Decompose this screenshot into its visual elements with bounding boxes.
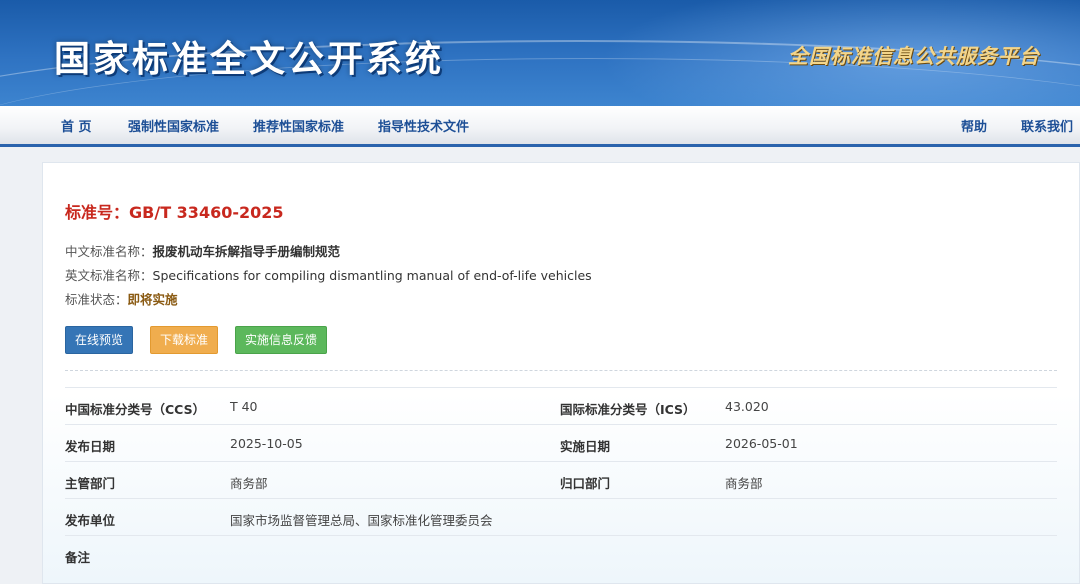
- standard-number: 标准号：GB/T 33460-2025: [65, 199, 284, 223]
- en-name-line: 英文标准名称：Specifications for compiling dism…: [65, 265, 592, 284]
- standard-detail-card: 标准号：GB/T 33460-2025 中文标准名称：报废机动车拆解指导手册编制…: [42, 162, 1080, 584]
- publisher-value: 国家市场监督管理总局、国家标准化管理委员会: [230, 513, 493, 528]
- standard-number-value: GB/T 33460-2025: [129, 203, 284, 222]
- main-nav: 首 页 强制性国家标准 推荐性国家标准 指导性技术文件 帮助 联系我们: [0, 106, 1080, 147]
- owner-value: 商务部: [725, 476, 763, 491]
- en-name-value: Specifications for compiling dismantling…: [152, 268, 592, 283]
- implement-date-label: 实施日期: [560, 439, 611, 454]
- nav-mandatory-standards[interactable]: 强制性国家标准: [128, 116, 219, 135]
- status-line: 标准状态：即将实施: [65, 289, 178, 308]
- publisher-label: 发布单位: [65, 513, 116, 528]
- nav-contact[interactable]: 联系我们: [1021, 116, 1073, 135]
- site-banner: 国家标准全文公开系统 全国标准信息公共服务平台: [0, 0, 1080, 106]
- ics-value: 43.020: [725, 399, 769, 414]
- nav-help[interactable]: 帮助: [961, 116, 987, 135]
- nav-home[interactable]: 首 页: [61, 116, 92, 135]
- nav-recommended-standards[interactable]: 推荐性国家标准: [253, 116, 344, 135]
- owner-label: 归口部门: [560, 476, 611, 491]
- online-preview-button[interactable]: 在线预览: [65, 326, 134, 354]
- cn-name-line: 中文标准名称：报废机动车拆解指导手册编制规范: [65, 241, 340, 260]
- standard-number-label: 标准号：: [65, 203, 130, 222]
- remarks-label: 备注: [65, 550, 91, 565]
- publish-date-value: 2025-10-05: [230, 436, 303, 451]
- platform-logo-text: 全国标准信息公共服务平台: [788, 44, 1040, 68]
- authority-label: 主管部门: [65, 476, 116, 491]
- section-divider: [65, 370, 1057, 371]
- detail-row-classification: 中国标准分类号（CCS） T 40 国际标准分类号（ICS） 43.020: [65, 387, 1057, 424]
- en-name-label: 英文标准名称：: [65, 268, 153, 283]
- implement-date-value: 2026-05-01: [725, 436, 798, 451]
- publish-date-label: 发布日期: [65, 439, 116, 454]
- site-title: 国家标准全文公开系统: [54, 38, 445, 80]
- detail-row-dates: 发布日期 2025-10-05 实施日期 2026-05-01: [65, 424, 1057, 461]
- ics-label: 国际标准分类号（ICS）: [560, 402, 696, 417]
- ccs-label: 中国标准分类号（CCS）: [65, 402, 206, 417]
- status-label: 标准状态：: [65, 292, 128, 307]
- cn-name-value: 报废机动车拆解指导手册编制规范: [152, 244, 341, 259]
- implementation-feedback-button[interactable]: 实施信息反馈: [235, 326, 328, 354]
- ccs-value: T 40: [230, 399, 258, 414]
- nav-guidance-documents[interactable]: 指导性技术文件: [378, 116, 469, 135]
- detail-row-publisher: 发布单位 国家市场监督管理总局、国家标准化管理委员会: [65, 498, 1057, 535]
- download-standard-button[interactable]: 下载标准: [150, 326, 219, 354]
- cn-name-label: 中文标准名称：: [65, 244, 153, 259]
- status-value: 即将实施: [127, 292, 178, 307]
- detail-row-remarks: 备注: [65, 535, 1057, 572]
- authority-value: 商务部: [230, 476, 268, 491]
- detail-row-departments: 主管部门 商务部 归口部门 商务部: [65, 461, 1057, 498]
